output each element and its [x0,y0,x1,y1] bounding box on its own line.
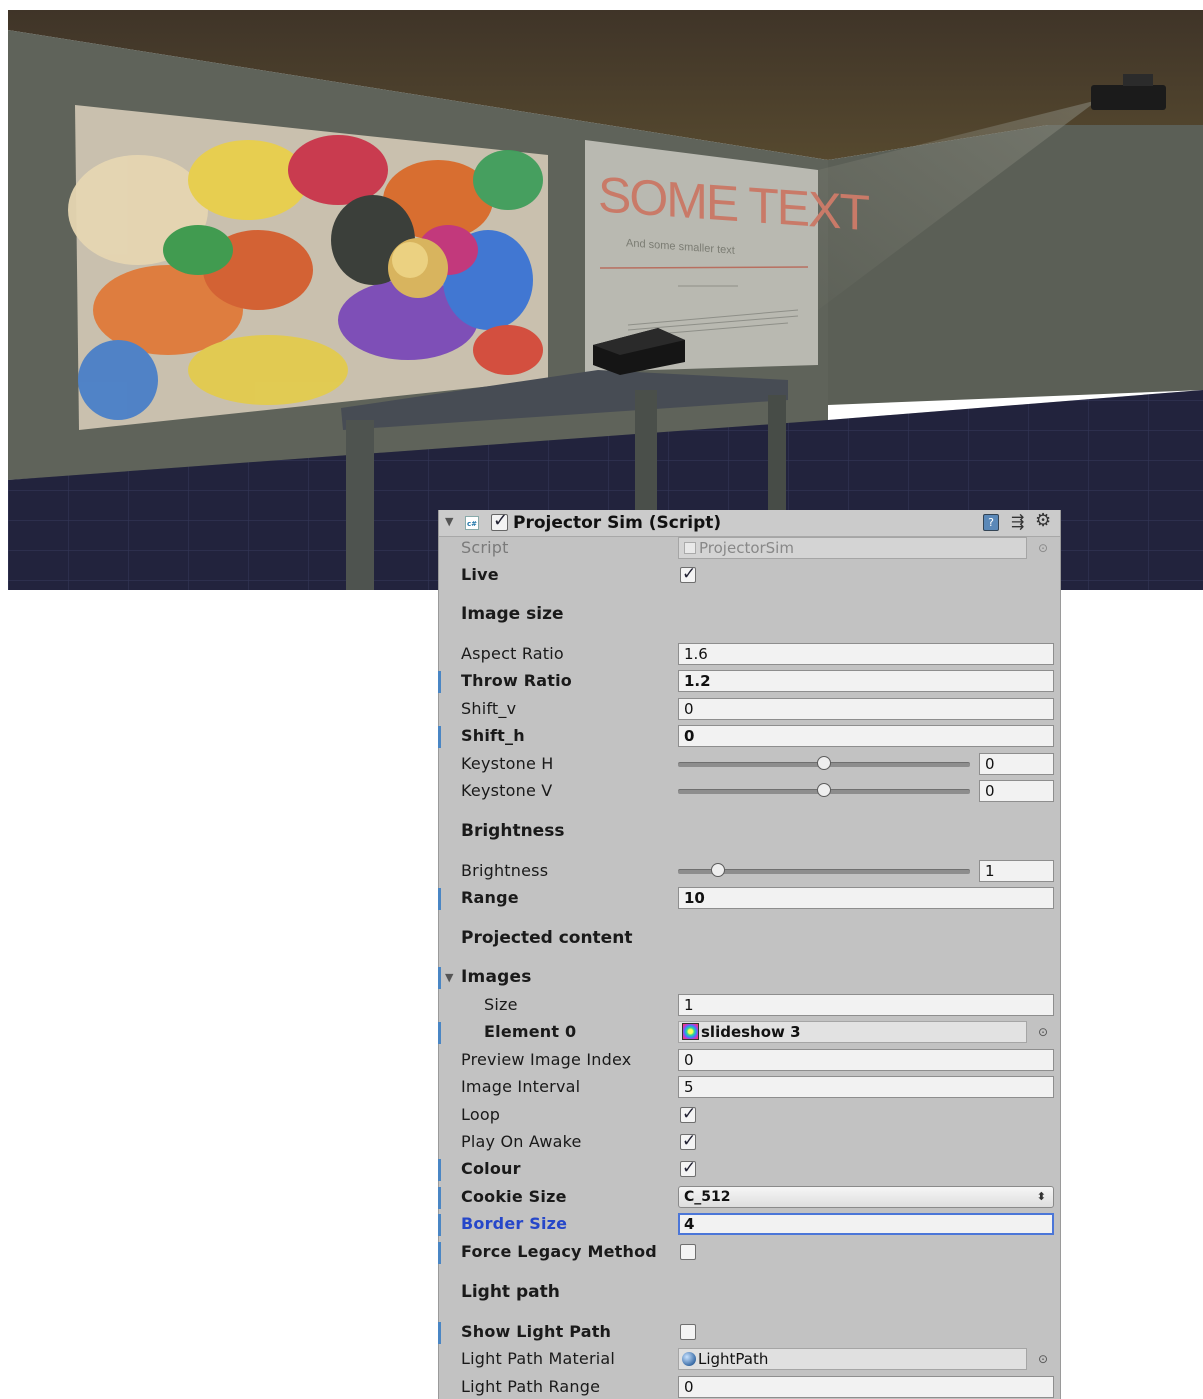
slider-knob[interactable] [817,783,831,797]
modified-indicator [438,1022,441,1044]
keystone-h-field[interactable]: 0 [979,753,1054,775]
element-0-value: slideshow 3 [701,1023,801,1041]
live-label: Live [461,565,499,584]
shift-h-label: Shift_h [461,726,525,745]
size-label: Size [484,995,518,1014]
element-0-label: Element 0 [484,1022,577,1041]
modified-indicator [438,1159,441,1181]
light-path-range-field[interactable]: 0 [678,1376,1054,1398]
keystone-h-label: Keystone H [461,754,554,773]
brightness-field[interactable]: 1 [979,860,1054,882]
range-label: Range [461,888,519,907]
checkmark-icon: ✓ [682,1131,697,1151]
throw-ratio-field[interactable]: 1.2 [678,670,1054,692]
triangle-down-icon[interactable]: ▼ [445,515,453,528]
aspect-ratio-label: Aspect Ratio [461,644,564,663]
texture-icon [682,1023,699,1040]
size-field[interactable]: 1 [678,994,1054,1016]
modified-indicator [438,1187,441,1209]
show-light-path-checkbox[interactable] [680,1324,696,1340]
modified-indicator [438,671,441,693]
inspector-panel: ▼ c# ✓ Projector Sim (Script) ? ⇶ ⚙ Scri… [438,510,1061,1399]
scene-render [8,10,1203,590]
aspect-ratio-field[interactable]: 1.6 [678,643,1054,665]
live-checkbox[interactable]: ✓ [680,564,697,584]
section-light-path: Light path [461,1282,560,1302]
brightness-slider[interactable] [678,860,970,882]
modified-indicator [438,1214,441,1236]
preview-index-field[interactable]: 0 [678,1049,1054,1071]
dropdown-arrow-icon: ⬍ [1036,1190,1046,1203]
slider-knob[interactable] [711,863,725,877]
object-picker-icon[interactable]: ⊙ [1036,541,1050,555]
play-on-awake-label: Play On Awake [461,1132,582,1151]
images-foldout[interactable]: Images [461,967,532,987]
throw-ratio-label: Throw Ratio [461,671,572,690]
help-book-icon[interactable]: ? [983,514,999,531]
gear-icon[interactable]: ⚙ [1035,510,1051,531]
modified-indicator [438,888,441,910]
script-field[interactable]: ProjectorSim [678,537,1027,559]
checkmark-icon: ✓ [682,564,697,584]
section-image-size: Image size [461,604,564,624]
object-picker-icon[interactable]: ⊙ [1036,1025,1050,1039]
checkmark-icon: ✓ [682,1158,697,1178]
script-label: Script [461,538,509,557]
shift-v-label: Shift_v [461,699,517,718]
play-on-awake-checkbox[interactable]: ✓ [680,1131,697,1151]
modified-indicator [438,967,441,989]
triangle-down-icon[interactable]: ▼ [445,971,453,984]
light-path-material-value: LightPath [698,1350,769,1368]
cookie-size-value: C_512 [684,1189,731,1205]
csharp-script-icon: c# [465,516,479,530]
loop-label: Loop [461,1105,501,1124]
component-header[interactable]: ▼ c# ✓ Projector Sim (Script) ? ⇶ ⚙ [439,510,1060,537]
range-field[interactable]: 10 [678,887,1054,909]
modified-indicator [438,1322,441,1344]
show-light-path-label: Show Light Path [461,1322,612,1341]
image-interval-label: Image Interval [461,1077,581,1096]
preset-sliders-icon[interactable]: ⇶ [1011,512,1024,531]
border-size-field[interactable]: 4 [678,1213,1054,1235]
modified-indicator [438,1242,441,1264]
component-enabled-checkbox[interactable]: ✓ [491,510,508,531]
light-path-material-field[interactable]: LightPath [678,1348,1027,1370]
shift-h-field[interactable]: 0 [678,725,1054,747]
preview-index-label: Preview Image Index [461,1050,632,1069]
colour-checkbox[interactable]: ✓ [680,1158,697,1178]
keystone-v-slider[interactable] [678,780,970,802]
keystone-h-slider[interactable] [678,753,970,775]
keystone-v-field[interactable]: 0 [979,780,1054,802]
script-file-icon [684,542,696,554]
element-0-field[interactable]: slideshow 3 [678,1021,1027,1043]
script-value: ProjectorSim [699,539,794,557]
force-legacy-label: Force Legacy Method [461,1242,657,1261]
section-projected-content: Projected content [461,928,633,948]
cookie-size-dropdown[interactable]: C_512 ⬍ [678,1186,1054,1208]
loop-checkbox[interactable]: ✓ [680,1104,697,1124]
material-sphere-icon [682,1352,696,1366]
section-brightness: Brightness [461,821,565,841]
scene-viewport[interactable]: SOME TEXT And some smaller text [8,10,1203,590]
border-size-label: Border Size [461,1214,568,1233]
light-path-material-label: Light Path Material [461,1349,616,1368]
image-interval-field[interactable]: 5 [678,1076,1054,1098]
keystone-v-label: Keystone V [461,781,553,800]
colour-label: Colour [461,1159,521,1178]
brightness-label: Brightness [461,861,549,880]
force-legacy-checkbox[interactable] [680,1244,696,1260]
light-path-range-label: Light Path Range [461,1377,601,1396]
slider-knob[interactable] [817,756,831,770]
component-title: Projector Sim (Script) [513,513,722,533]
object-picker-icon[interactable]: ⊙ [1036,1352,1050,1366]
checkmark-icon: ✓ [682,1104,697,1124]
shift-v-field[interactable]: 0 [678,698,1054,720]
modified-indicator [438,726,441,748]
cookie-size-label: Cookie Size [461,1187,567,1206]
